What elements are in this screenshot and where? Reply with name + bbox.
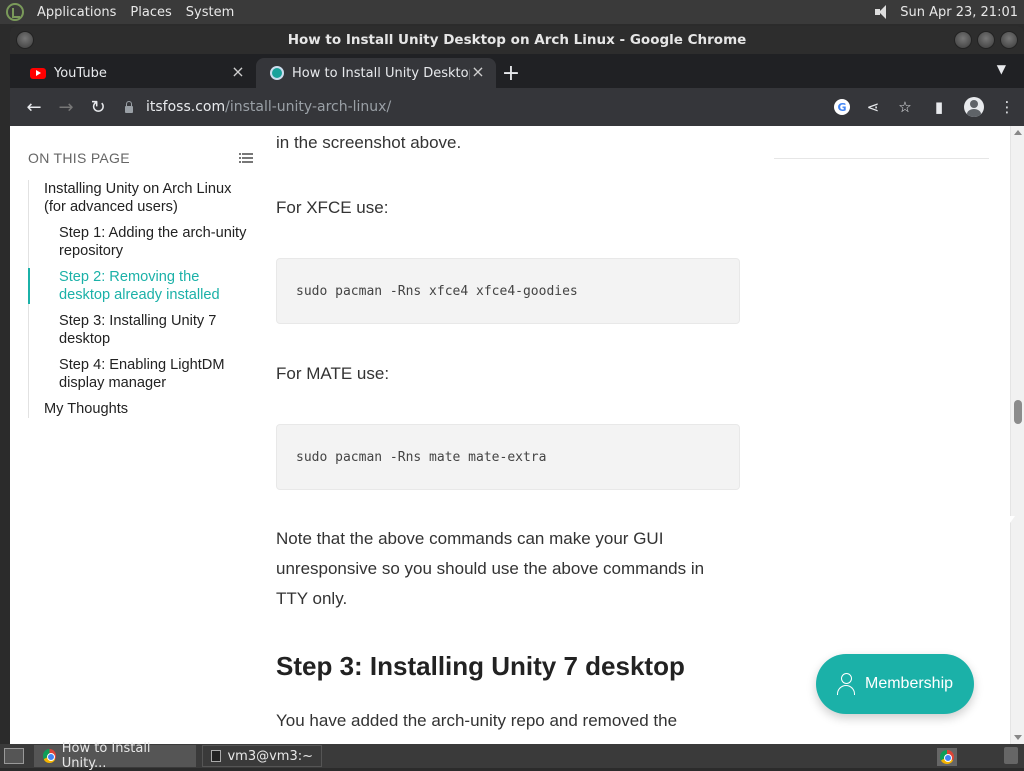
toc-item-step-3[interactable]: Step 3: Installing Unity 7 desktop bbox=[29, 312, 253, 348]
toc-item-my-thoughts[interactable]: My Thoughts bbox=[29, 400, 253, 418]
code-text: sudo pacman -Rns mate mate-extra bbox=[296, 449, 547, 465]
close-window-button[interactable] bbox=[1000, 31, 1018, 49]
applications-menu[interactable]: Applications bbox=[30, 5, 123, 20]
distro-logo-icon[interactable] bbox=[6, 3, 24, 21]
terminal-icon bbox=[211, 750, 222, 762]
itsfoss-icon bbox=[270, 66, 284, 80]
page-scrollbar[interactable] bbox=[1010, 126, 1024, 744]
google-lens-icon[interactable]: G bbox=[834, 99, 850, 115]
places-menu[interactable]: Places bbox=[123, 5, 178, 20]
toc-item-step-1[interactable]: Step 1: Adding the arch-unity repository bbox=[29, 224, 253, 260]
side-panel-icon[interactable]: ▮ bbox=[928, 98, 950, 116]
person-icon bbox=[836, 673, 856, 695]
code-text: sudo pacman -Rns xfce4 xfce4-goodies bbox=[296, 283, 578, 299]
list-icon[interactable] bbox=[239, 152, 253, 164]
tab-strip: YouTube × How to Install Unity Desktop o… bbox=[10, 54, 1024, 88]
membership-label: Membership bbox=[865, 675, 954, 692]
show-desktop-icon[interactable] bbox=[4, 748, 24, 764]
xfce-label: For XFCE use: bbox=[276, 198, 389, 217]
window-titlebar[interactable]: How to Install Unity Desktop on Arch Lin… bbox=[10, 26, 1024, 54]
code-block-xfce[interactable]: sudo pacman -Rns xfce4 xfce4-goodies bbox=[276, 258, 740, 324]
mouse-cursor-icon bbox=[1005, 516, 1015, 530]
url-path: /install-unity-arch-linux/ bbox=[225, 99, 392, 115]
scroll-thumb[interactable] bbox=[1014, 400, 1022, 424]
tab-title: How to Install Unity Desktop o bbox=[292, 65, 470, 81]
window-title: How to Install Unity Desktop on Arch Lin… bbox=[287, 32, 747, 48]
taskbar-item-chrome[interactable]: How to Install Unity... bbox=[34, 741, 196, 771]
tray-chrome-icon[interactable] bbox=[937, 748, 957, 766]
chrome-icon bbox=[940, 750, 954, 764]
step-3-paragraph: You have added the arch-unity repo and r… bbox=[276, 711, 678, 730]
trash-icon[interactable] bbox=[1004, 747, 1018, 764]
scroll-down-icon[interactable] bbox=[1014, 735, 1022, 740]
share-icon[interactable]: ⋖ bbox=[864, 98, 882, 116]
toc-item-step-4[interactable]: Step 4: Enabling LightDM display manager bbox=[29, 356, 253, 392]
note-paragraph: Note that the above commands can make yo… bbox=[276, 529, 705, 608]
close-tab-icon[interactable]: × bbox=[230, 64, 246, 81]
code-block-mate[interactable]: sudo pacman -Rns mate mate-extra bbox=[276, 424, 740, 490]
volume-icon[interactable] bbox=[874, 4, 892, 20]
forward-button[interactable]: → bbox=[50, 91, 82, 123]
browser-toolbar: ← → ↻ itsfoss.com/install-unity-arch-lin… bbox=[10, 88, 1024, 126]
membership-button[interactable]: Membership bbox=[816, 654, 974, 714]
close-tab-icon[interactable]: × bbox=[470, 64, 486, 81]
toc-item-installing-unity[interactable]: Installing Unity on Arch Linux (for adva… bbox=[29, 180, 253, 216]
window-menu-button[interactable] bbox=[16, 31, 34, 49]
address-bar[interactable]: itsfoss.com/install-unity-arch-linux/ bbox=[124, 92, 814, 122]
sidebar-divider bbox=[774, 158, 989, 159]
page-viewport: ON THIS PAGE Installing Unity on Arch Li… bbox=[10, 126, 1024, 744]
taskbar-item-label: vm3@vm3:~ bbox=[227, 748, 313, 764]
mate-label: For MATE use: bbox=[276, 364, 390, 383]
back-button[interactable]: ← bbox=[18, 91, 50, 123]
chrome-icon bbox=[43, 749, 56, 763]
tab-itsfoss[interactable]: How to Install Unity Desktop o × bbox=[256, 58, 496, 88]
tab-search-chevron-icon[interactable]: ▼ bbox=[997, 62, 1006, 76]
reload-button[interactable]: ↻ bbox=[82, 91, 114, 123]
profile-avatar-icon[interactable] bbox=[964, 97, 984, 117]
minimize-button[interactable] bbox=[954, 31, 972, 49]
tab-title: YouTube bbox=[54, 65, 107, 81]
url-host: itsfoss.com bbox=[146, 99, 226, 115]
maximize-button[interactable] bbox=[977, 31, 995, 49]
taskbar-item-label: How to Install Unity... bbox=[61, 741, 151, 771]
scroll-up-icon[interactable] bbox=[1014, 130, 1022, 135]
youtube-icon bbox=[30, 67, 46, 79]
toc-heading: ON THIS PAGE bbox=[28, 150, 130, 166]
desktop-top-panel: Applications Places System Sun Apr 23, 2… bbox=[0, 0, 1024, 24]
bookmark-star-icon[interactable]: ☆ bbox=[896, 98, 914, 116]
system-menu[interactable]: System bbox=[179, 5, 241, 20]
tab-youtube[interactable]: YouTube × bbox=[16, 58, 256, 88]
taskbar-item-terminal[interactable]: vm3@vm3:~ bbox=[202, 745, 322, 767]
intro-paragraph: in the screenshot above. bbox=[276, 133, 462, 152]
step-3-heading: Step 3: Installing Unity 7 desktop bbox=[276, 651, 685, 681]
desktop-taskbar: How to Install Unity... vm3@vm3:~ bbox=[0, 741, 1024, 771]
lock-icon[interactable] bbox=[124, 101, 134, 113]
kebab-menu-icon[interactable]: ⋮ bbox=[998, 98, 1016, 116]
clock[interactable]: Sun Apr 23, 21:01 bbox=[900, 5, 1018, 20]
chrome-window: How to Install Unity Desktop on Arch Lin… bbox=[10, 26, 1024, 744]
new-tab-button[interactable]: + bbox=[496, 58, 526, 88]
table-of-contents: ON THIS PAGE Installing Unity on Arch Li… bbox=[28, 150, 253, 426]
toc-item-step-2[interactable]: Step 2: Removing the desktop already ins… bbox=[28, 268, 253, 304]
